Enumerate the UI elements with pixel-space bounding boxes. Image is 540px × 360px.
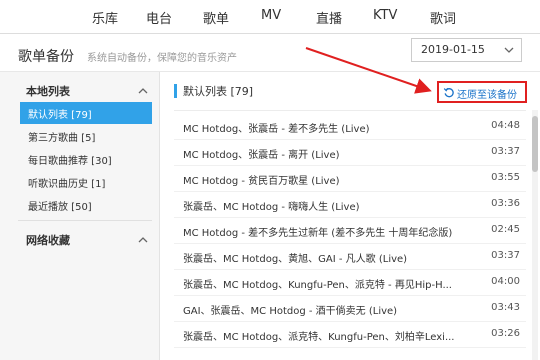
song-title: MC Hotdog、张震岳 - 离开 (Live): [183, 150, 340, 161]
song-list-scrollbar[interactable]: [532, 110, 538, 360]
nav-item-ktv[interactable]: KTV: [373, 8, 397, 23]
sidebar-heading-net[interactable]: 网络收藏: [26, 232, 70, 248]
sidebar-item-song-id-history[interactable]: 听歌识曲历史 [1]: [20, 171, 152, 193]
nav-item-radio[interactable]: 电台: [146, 8, 172, 27]
restore-icon: [443, 87, 454, 98]
scrollbar-thumb[interactable]: [532, 116, 538, 172]
song-title: 张震岳、MC Hotdog - 嗨嗨人生 (Live): [183, 202, 360, 213]
song-title: MC Hotdog - 差不多先生过新年 (差不多先生 十周年纪念版): [183, 228, 453, 239]
song-row[interactable]: MC Hotdog、张震岳 - 差不多先生 (Live) 04:48: [174, 114, 526, 140]
sidebar-item-label: 每日歌曲推荐 [30]: [28, 156, 112, 167]
song-title: 张震岳、MC Hotdog、黄旭、GAI - 凡人歌 (Live): [183, 254, 408, 265]
sidebar: 本地列表 默认列表 [79] 第三方歌曲 [5] 每日歌曲推荐 [30] 听歌识…: [0, 72, 160, 360]
sidebar-item-label: 第三方歌曲 [5]: [28, 133, 96, 144]
song-duration: 04:48: [491, 120, 520, 131]
song-list-panel: 默认列表 [79] 还原至该备份 MC Hotdog、张震岳 - 差不多先生 (…: [160, 72, 540, 360]
song-duration: 03:43: [491, 302, 520, 313]
song-title: 张震岳、MC Hotdog、派克特、Kungfu-Pen、刘柏辛Lexi...: [183, 332, 455, 343]
song-duration: 04:00: [491, 276, 520, 287]
song-row[interactable]: 张震岳、MC Hotdog、派克特、Kungfu-Pen、刘柏辛Lexi... …: [174, 322, 526, 348]
nav-item-mv[interactable]: MV: [261, 8, 281, 23]
sidebar-item-daily-recommend[interactable]: 每日歌曲推荐 [30]: [20, 148, 152, 170]
page-title: 歌单备份: [18, 49, 74, 65]
song-duration: 03:37: [491, 146, 520, 157]
nav-item-playlists[interactable]: 歌单: [203, 8, 229, 27]
backup-date-value: 2019-01-15: [421, 43, 485, 56]
list-divider: [174, 110, 526, 111]
sidebar-item-label: 最近播放 [50]: [28, 202, 92, 213]
backup-date-select[interactable]: 2019-01-15: [411, 38, 522, 62]
sidebar-item-label: 默认列表 [79]: [28, 110, 92, 121]
sidebar-divider: [18, 220, 152, 221]
chevron-up-icon[interactable]: [138, 236, 148, 244]
list-title-accent: [174, 84, 177, 98]
song-row[interactable]: MC Hotdog - 贫民百万歌星 (Live) 03:55: [174, 166, 526, 192]
sidebar-item-third-party[interactable]: 第三方歌曲 [5]: [20, 125, 152, 147]
song-title: GAI、张震岳、MC Hotdog - 酒干倘卖无 (Live): [183, 306, 398, 317]
song-duration: 03:37: [491, 250, 520, 261]
song-title: MC Hotdog、张震岳 - 差不多先生 (Live): [183, 124, 370, 135]
sidebar-heading-local[interactable]: 本地列表: [26, 83, 70, 99]
song-duration: 03:26: [491, 328, 520, 339]
song-row[interactable]: GAI、张震岳、MC Hotdog - 酒干倘卖无 (Live) 03:43: [174, 296, 526, 322]
song-duration: 03:36: [491, 198, 520, 209]
nav-item-lyrics[interactable]: 歌词: [430, 8, 456, 27]
list-title: 默认列表 [79]: [183, 85, 254, 98]
nav-item-library[interactable]: 乐库: [92, 8, 118, 27]
sidebar-item-default-list[interactable]: 默认列表 [79]: [20, 102, 152, 124]
page-subtitle: 系统自动备份，保障您的音乐资产: [87, 53, 237, 64]
sidebar-item-label: 听歌识曲历史 [1]: [28, 179, 106, 190]
nav-item-live[interactable]: 直播: [316, 8, 342, 27]
song-row[interactable]: 张震岳、MC Hotdog、黄旭、GAI - 凡人歌 (Live) 03:37: [174, 244, 526, 270]
song-row[interactable]: 张震岳、MC Hotdog、Kungfu-Pen、派克特 - 再见Hip-H..…: [174, 270, 526, 296]
chevron-down-icon: [504, 47, 514, 53]
sidebar-item-recent-plays[interactable]: 最近播放 [50]: [20, 194, 152, 216]
chevron-up-icon[interactable]: [138, 87, 148, 95]
song-duration: 02:45: [491, 224, 520, 235]
song-row[interactable]: MC Hotdog、张震岳 - 离开 (Live) 03:37: [174, 140, 526, 166]
song-row[interactable]: 张震岳、MC Hotdog - 嗨嗨人生 (Live) 03:36: [174, 192, 526, 218]
page-header: 歌单备份 系统自动备份，保障您的音乐资产 2019-01-15: [0, 34, 540, 72]
song-duration: 03:55: [491, 172, 520, 183]
song-row[interactable]: MC Hotdog - 差不多先生过新年 (差不多先生 十周年纪念版) 02:4…: [174, 218, 526, 244]
restore-backup-label: 还原至该备份: [457, 90, 517, 101]
top-nav: 乐库 电台 歌单 MV 直播 KTV 歌词: [0, 0, 540, 34]
restore-backup-button[interactable]: 还原至该备份: [437, 81, 527, 103]
song-title: MC Hotdog - 贫民百万歌星 (Live): [183, 176, 340, 187]
song-title: 张震岳、MC Hotdog、Kungfu-Pen、派克特 - 再见Hip-H..…: [183, 280, 452, 291]
